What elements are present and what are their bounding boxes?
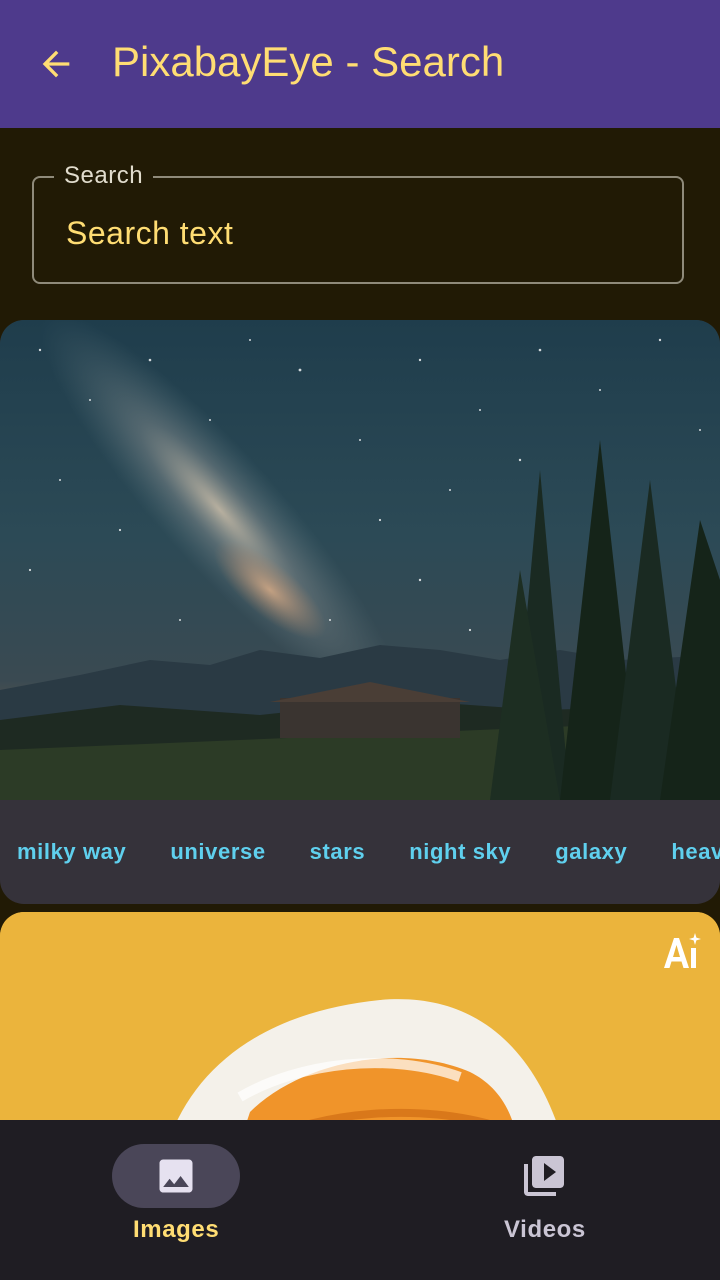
bottom-navigation: Images Videos — [0, 1120, 720, 1280]
page-title: PixabayEye - Search — [112, 38, 505, 85]
tag-chip[interactable]: universe — [153, 839, 282, 865]
video-library-icon — [524, 1156, 564, 1196]
back-button[interactable] — [24, 32, 88, 96]
tag-chip[interactable]: stars — [293, 839, 383, 865]
milky-way-night-sky-photo — [0, 320, 720, 800]
search-field[interactable]: Search — [32, 162, 684, 284]
nav-label-images: Images — [133, 1216, 220, 1243]
nav-indicator — [112, 1144, 240, 1208]
nav-item-videos[interactable]: Videos — [360, 1120, 720, 1280]
nav-icon-container — [504, 1144, 584, 1208]
nav-label-videos: Videos — [504, 1216, 586, 1243]
app-bar: PixabayEye - Search — [0, 0, 720, 128]
tag-chip[interactable]: heave — [654, 839, 720, 865]
tag-chip[interactable]: night sky — [392, 839, 528, 865]
search-input[interactable] — [64, 204, 648, 262]
tag-chip[interactable]: milky way — [0, 839, 143, 865]
tag-chip[interactable]: galaxy — [538, 839, 644, 865]
ai-generated-icon — [664, 933, 701, 968]
nav-item-images[interactable]: Images — [0, 1120, 360, 1280]
arrow-back-icon — [42, 50, 70, 78]
image-icon — [159, 1159, 193, 1193]
tag-list: milky way universe stars night sky galax… — [0, 800, 720, 904]
search-label: Search — [54, 162, 154, 190]
image-result-card[interactable]: milky way universe stars night sky galax… — [0, 320, 720, 904]
